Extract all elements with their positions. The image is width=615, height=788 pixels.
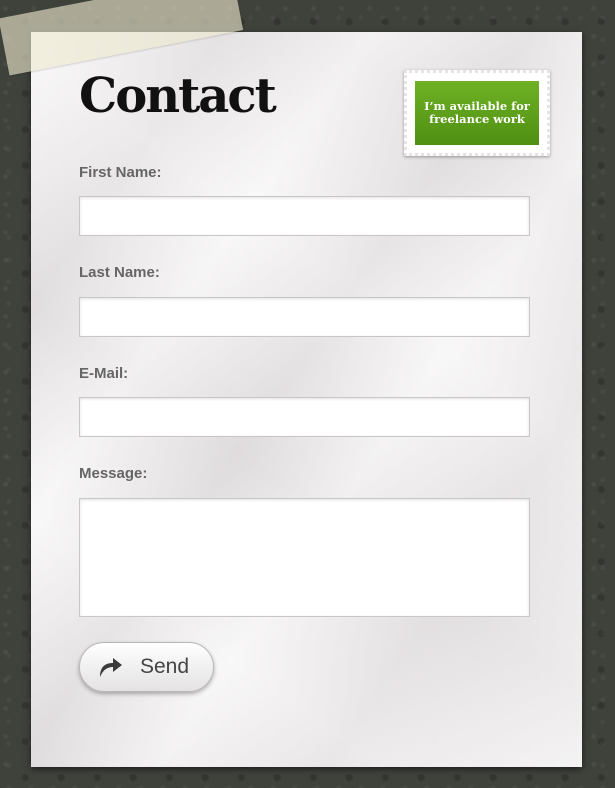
freelance-badge: I’m available for freelance work [404, 70, 550, 156]
reply-arrow-icon [100, 658, 122, 677]
page-title: Contact [79, 68, 277, 124]
freelance-badge-inner: I’m available for freelance work [415, 81, 539, 145]
last-name-input[interactable] [79, 297, 530, 337]
first-name-label: First Name: [79, 164, 162, 181]
email-input[interactable] [79, 397, 530, 437]
send-button[interactable]: Send [79, 642, 214, 692]
email-label: E-Mail: [79, 365, 129, 382]
send-button-label: Send [140, 655, 190, 678]
last-name-label: Last Name: [79, 264, 160, 281]
freelance-badge-text: I’m available for freelance work [424, 99, 530, 126]
first-name-input[interactable] [79, 196, 530, 236]
message-textarea[interactable] [79, 498, 530, 617]
message-label: Message: [79, 465, 148, 482]
